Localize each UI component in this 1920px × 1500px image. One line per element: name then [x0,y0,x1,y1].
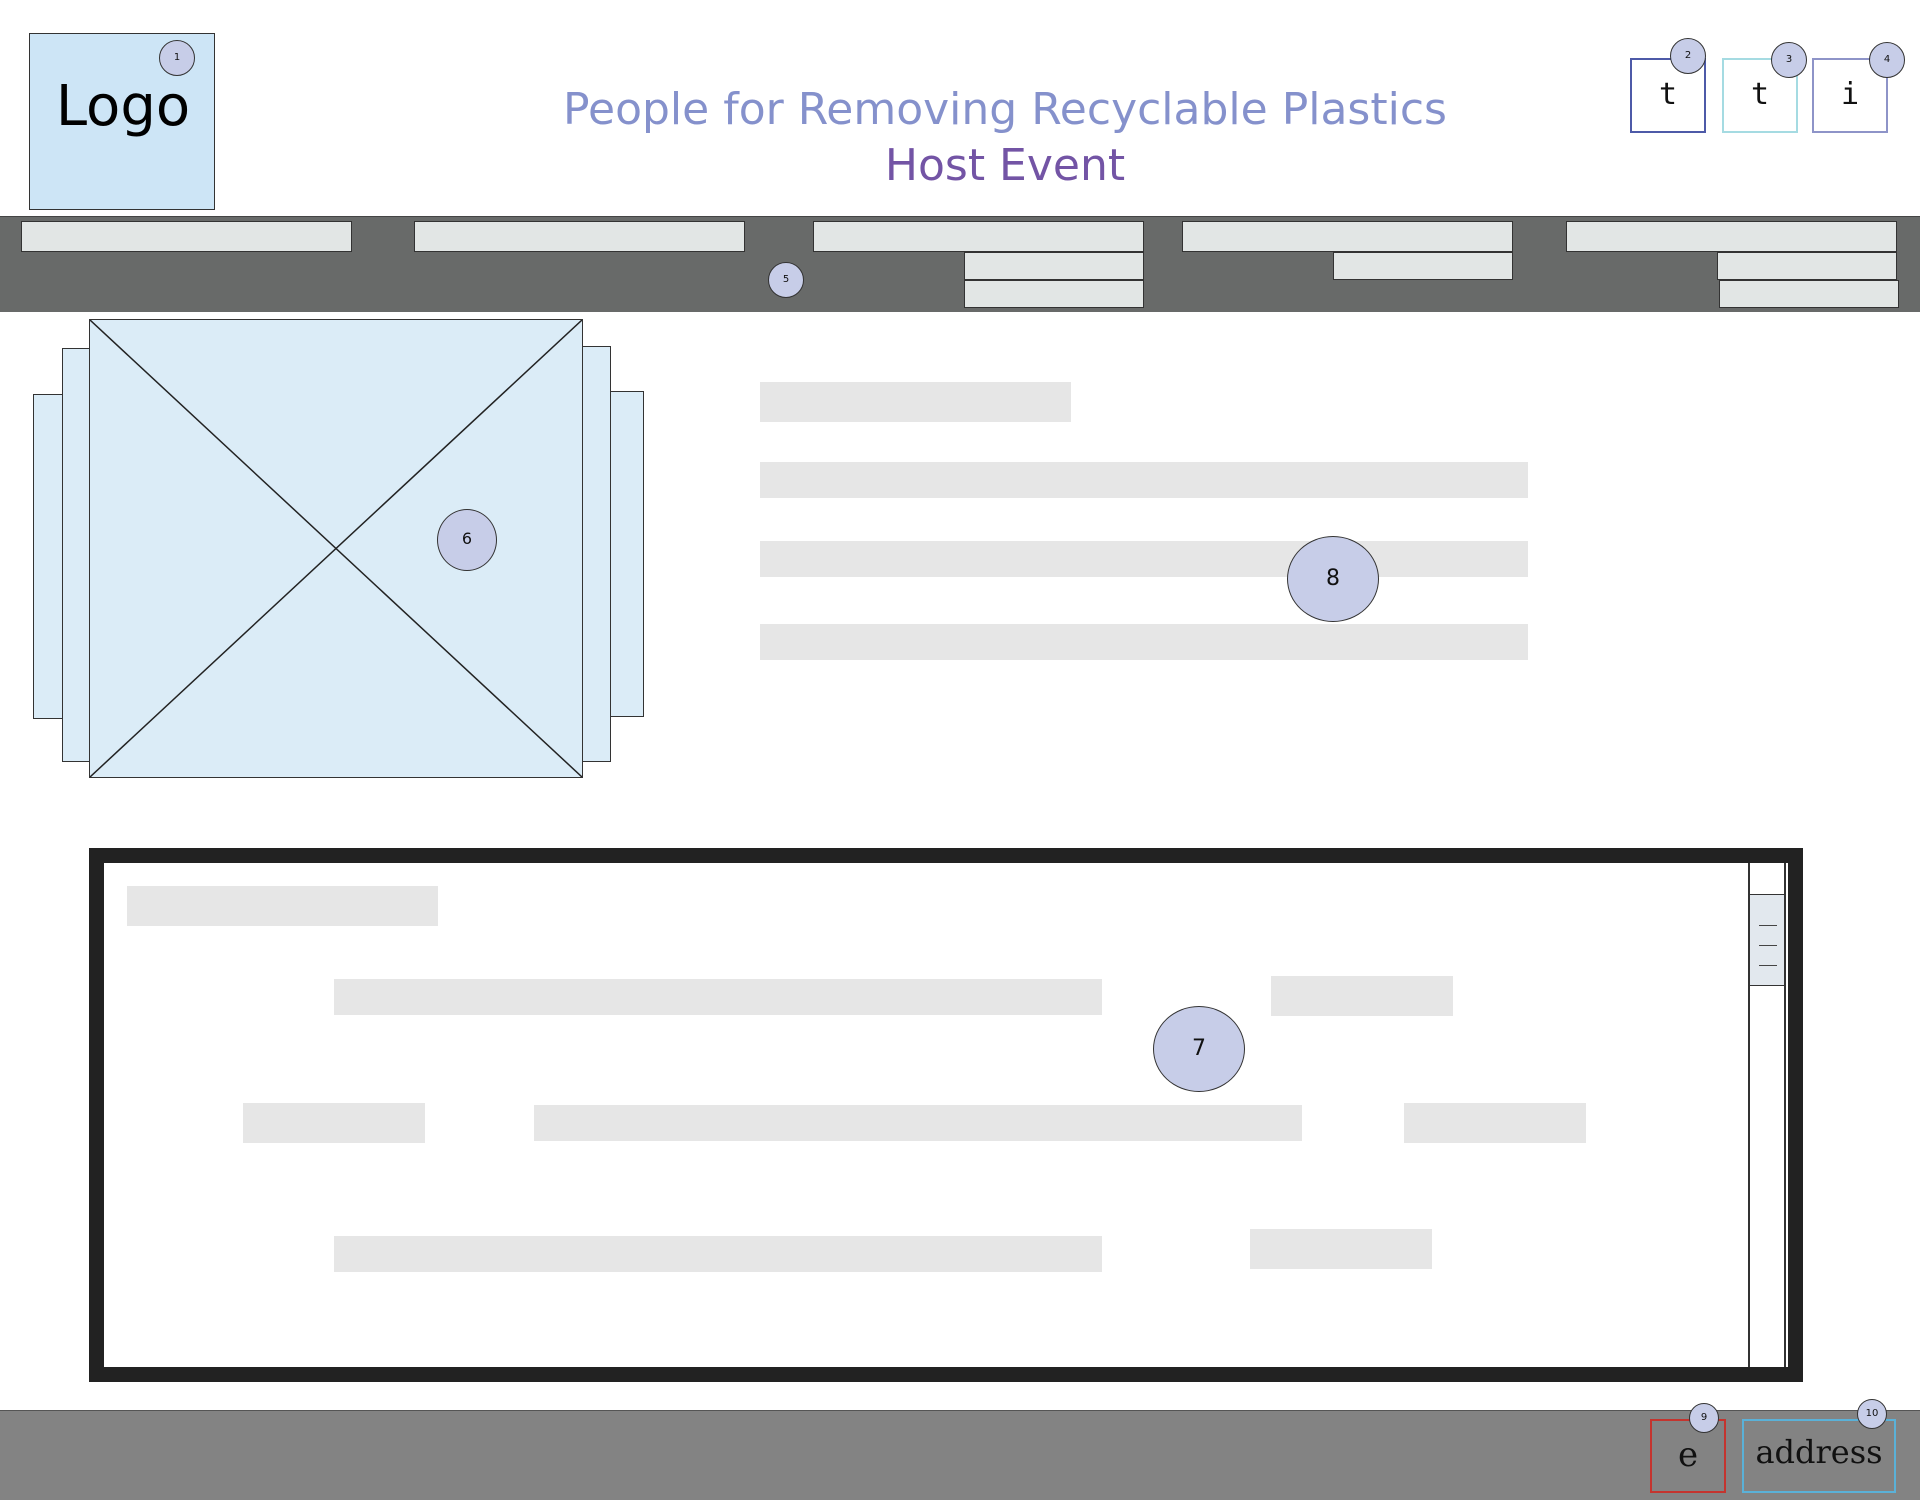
callout-badge: 2 [1670,38,1706,74]
text-placeholder-short [1250,1229,1432,1269]
callout-badge: 6 [437,509,497,571]
address-button[interactable]: address [1742,1419,1896,1493]
logo-label: Logo [55,74,191,139]
text-placeholder-line [334,1236,1102,1272]
text-placeholder-line [760,541,1528,577]
grip-line-icon [1759,925,1777,926]
grip-line-icon [1759,945,1777,946]
grip-line-icon [1759,965,1777,966]
nav-subitem[interactable] [964,280,1144,308]
email-button[interactable]: e [1650,1419,1726,1493]
text-placeholder-line [534,1105,1302,1141]
text-placeholder-short [243,1103,425,1143]
nav-item-5[interactable] [1566,221,1897,252]
text-placeholder-heading [760,382,1071,422]
callout-badge: 4 [1869,42,1905,78]
callout-badge: 1 [159,40,195,76]
text-placeholder-line [760,462,1528,498]
nav-subitem[interactable] [964,252,1144,280]
text-placeholder-short [1404,1103,1586,1143]
callout-badge: 10 [1857,1399,1887,1429]
nav-subitem[interactable] [1719,280,1899,308]
nav-item-3[interactable] [813,221,1144,252]
text-placeholder-heading [127,886,438,926]
image-placeholder[interactable] [89,319,583,778]
callout-badge: 5 [768,262,804,298]
text-placeholder-short [1271,976,1453,1016]
nav-subitem[interactable] [1717,252,1897,280]
callout-badge: 7 [1153,1006,1245,1092]
page-subtitle: Host Event [884,140,1126,191]
image-placeholder-icon [90,320,582,777]
nav-item-2[interactable] [414,221,745,252]
nav-item-1[interactable] [21,221,352,252]
text-placeholder-line [760,624,1528,660]
nav-item-4[interactable] [1182,221,1513,252]
scrollbar-thumb[interactable] [1749,894,1785,986]
callout-badge: 9 [1689,1403,1719,1433]
callout-badge: 3 [1771,42,1807,78]
nav-subitem[interactable] [1333,252,1513,280]
footer [0,1410,1920,1500]
page-title: People for Removing Recyclable Plastics [563,84,1447,135]
text-placeholder-line [334,979,1102,1015]
callout-badge: 8 [1287,536,1379,622]
